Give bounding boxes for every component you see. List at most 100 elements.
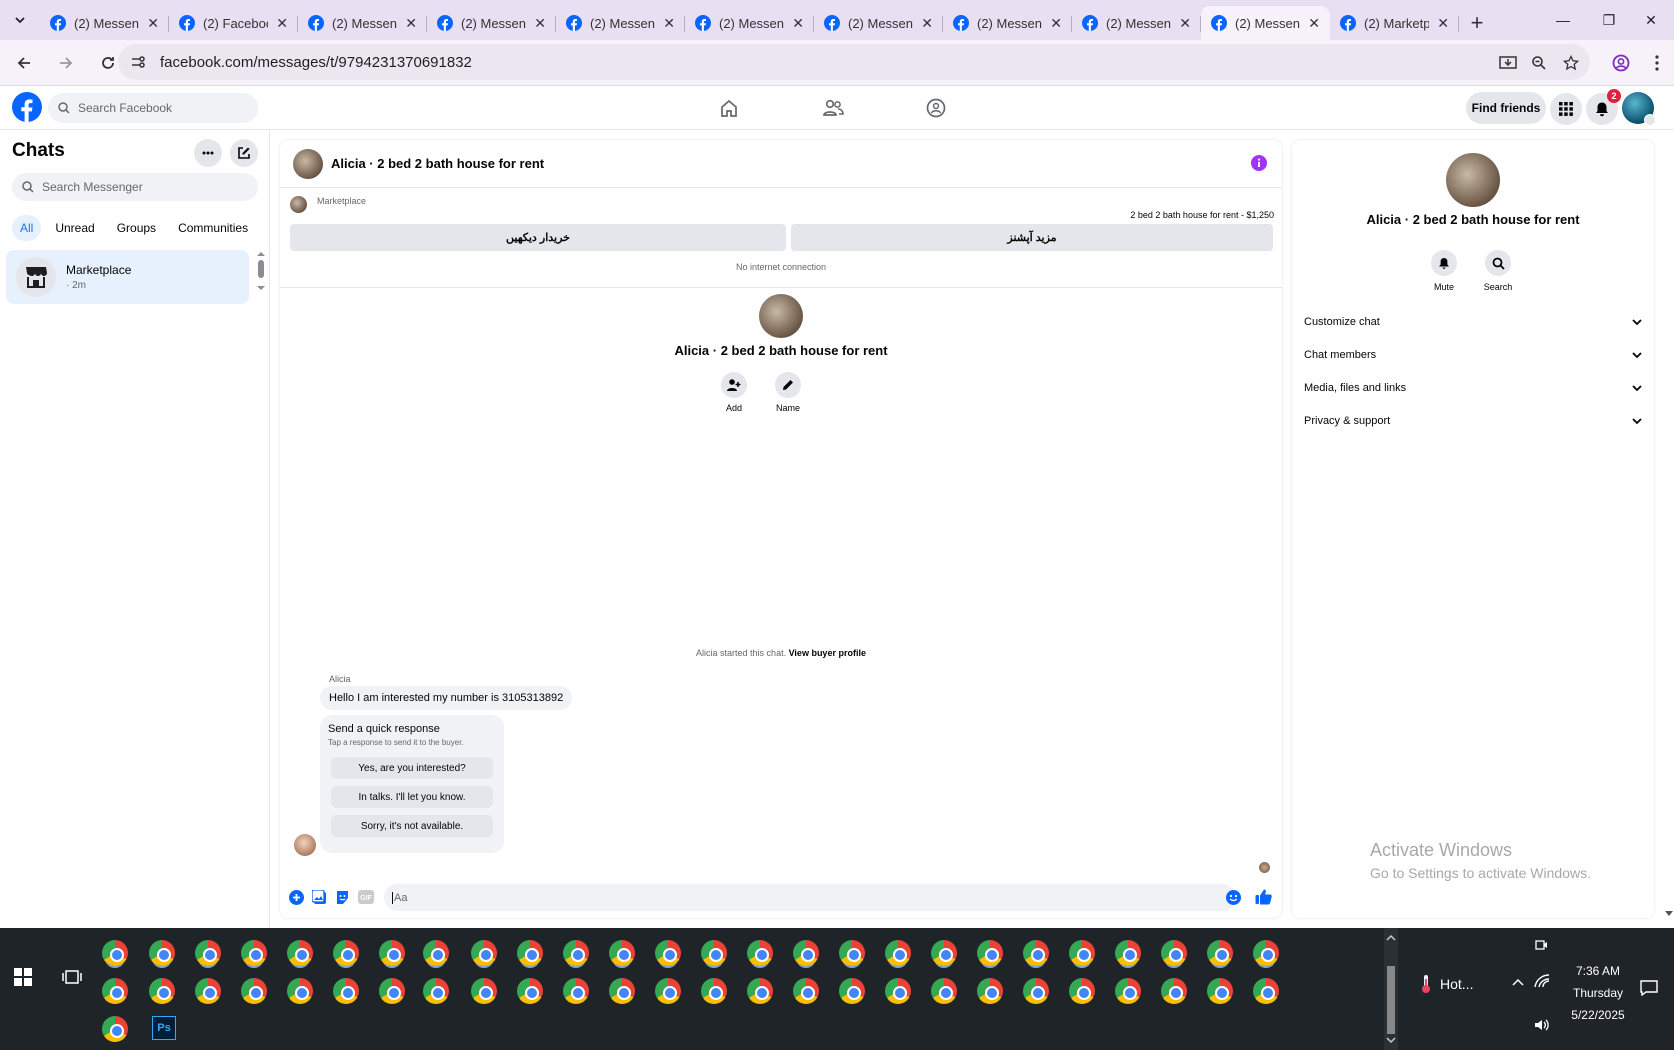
chrome-app-icon[interactable] [839, 940, 865, 966]
like-button[interactable] [1255, 888, 1272, 905]
browser-tab[interactable]: (2) Facebook ✕ [169, 6, 298, 40]
chrome-app-icon[interactable] [655, 940, 681, 966]
chrome-app-icon[interactable] [1023, 940, 1049, 966]
search-in-chat-button[interactable]: Search [1476, 250, 1520, 292]
sender-avatar[interactable] [294, 834, 316, 856]
media-files-links-row[interactable]: Media, files and links [1304, 374, 1642, 402]
nav-friends[interactable] [818, 94, 848, 122]
chrome-app-icon[interactable] [701, 940, 727, 966]
customize-chat-row[interactable]: Customize chat [1304, 308, 1642, 336]
tab-search-button[interactable] [0, 0, 40, 40]
photoshop-app-icon[interactable]: Ps [152, 1016, 176, 1040]
chrome-app-icon[interactable] [333, 978, 359, 1004]
conversation-title[interactable]: Alicia · 2 bed 2 bath house for rent [331, 156, 544, 171]
listing-price[interactable]: 2 bed 2 bath house for rent - $1,250 [1130, 210, 1274, 220]
nav-home[interactable] [714, 94, 744, 122]
profile-button[interactable] [1606, 48, 1636, 78]
filter-groups[interactable]: Groups [109, 215, 164, 241]
conversation-avatar[interactable] [293, 148, 323, 179]
chrome-app-icon[interactable] [517, 940, 543, 966]
browser-tab[interactable]: (2) Messenger ✕ [298, 6, 427, 40]
chrome-app-icon[interactable] [287, 978, 313, 1004]
quick-response-button[interactable]: In talks. I'll let you know. [331, 786, 493, 808]
close-tab-icon[interactable]: ✕ [1179, 15, 1191, 32]
close-window-button[interactable]: ✕ [1628, 0, 1674, 40]
browser-tab[interactable]: (2) Messenger ✕ [427, 6, 556, 40]
browser-tab[interactable]: (2) Marketplace ✕ [1330, 6, 1459, 40]
chrome-app-icon[interactable] [563, 940, 589, 966]
chrome-app-icon[interactable] [609, 940, 635, 966]
find-friends-button[interactable]: Find friends [1466, 92, 1546, 124]
notifications-button[interactable]: 2 [1586, 89, 1621, 125]
new-tab-button[interactable]: + [1459, 6, 1495, 40]
volume-button[interactable] [1534, 1018, 1550, 1032]
chrome-app-icon[interactable] [333, 940, 359, 966]
chrome-app-icon[interactable] [655, 978, 681, 1004]
chrome-app-icon[interactable] [701, 978, 727, 1004]
chrome-app-icon[interactable] [931, 978, 957, 1004]
chrome-app-icon[interactable] [977, 978, 1003, 1004]
chrome-app-icon[interactable] [102, 978, 128, 1004]
menu-button[interactable] [1550, 93, 1582, 125]
chrome-app-icon[interactable] [149, 978, 175, 1004]
new-message-button[interactable] [230, 139, 258, 167]
chrome-app-icon[interactable] [1207, 978, 1233, 1004]
weather-widget[interactable]: Hot... [1420, 974, 1473, 994]
filter-all[interactable]: All [12, 215, 42, 241]
chrome-app-icon[interactable] [1115, 940, 1141, 966]
network-button[interactable] [1534, 974, 1550, 988]
chrome-app-icon[interactable] [287, 940, 313, 966]
close-tab-icon[interactable]: ✕ [405, 15, 417, 32]
clock[interactable]: 7:36 AM Thursday 5/22/2025 [1566, 960, 1630, 1026]
chrome-app-icon[interactable] [885, 978, 911, 1004]
browser-tab[interactable]: (2) Messenger ✕ [556, 6, 685, 40]
mute-button[interactable]: Mute [1422, 250, 1466, 292]
chrome-app-icon[interactable] [1069, 940, 1095, 966]
nav-groups[interactable] [921, 94, 951, 122]
close-tab-icon[interactable]: ✕ [276, 15, 288, 32]
close-tab-icon[interactable]: ✕ [147, 15, 159, 32]
chrome-app-icon[interactable] [379, 940, 405, 966]
browser-tab[interactable]: (2) Messenger ✕ [1072, 6, 1201, 40]
chrome-app-icon[interactable] [517, 978, 543, 1004]
name-chat-button[interactable]: Name [766, 372, 810, 413]
chrome-app-icon[interactable] [149, 940, 175, 966]
close-tab-icon[interactable]: ✕ [1050, 15, 1062, 32]
close-tab-icon[interactable]: ✕ [534, 15, 546, 32]
chrome-app-icon[interactable] [379, 978, 405, 1004]
chrome-app-icon[interactable] [241, 940, 267, 966]
browser-tab[interactable]: (2) Messenger ✕ [814, 6, 943, 40]
chrome-app-icon[interactable] [839, 978, 865, 1004]
chrome-app-icon[interactable] [885, 940, 911, 966]
browser-tab[interactable]: (2) Messenger ✕ [1201, 6, 1330, 40]
chrome-app-icon[interactable] [1207, 940, 1233, 966]
chrome-app-icon[interactable] [1161, 940, 1187, 966]
meet-now-button[interactable] [1534, 938, 1548, 952]
chrome-app-icon[interactable] [793, 940, 819, 966]
task-view-button[interactable] [62, 968, 82, 986]
chrome-app-icon[interactable] [931, 940, 957, 966]
chrome-app-icon[interactable] [1161, 978, 1187, 1004]
facebook-logo[interactable] [12, 92, 42, 122]
privacy-support-row[interactable]: Privacy & support [1304, 407, 1642, 435]
more-actions-button[interactable] [289, 890, 304, 905]
messenger-search-input[interactable]: Search Messenger [12, 173, 258, 201]
chrome-app-icon[interactable] [102, 940, 128, 966]
browser-tab[interactable]: (2) Messenger ✕ [40, 6, 169, 40]
chat-list-item[interactable]: Marketplace · 2m [6, 250, 249, 304]
close-tab-icon[interactable]: ✕ [663, 15, 675, 32]
forward-button[interactable] [46, 43, 86, 83]
chrome-app-icon[interactable] [423, 978, 449, 1004]
view-buyer-profile-link[interactable]: View buyer profile [789, 648, 866, 658]
sticker-button[interactable] [335, 890, 350, 905]
browser-tab[interactable]: (2) Messenger ✕ [685, 6, 814, 40]
browser-menu-button[interactable] [1642, 48, 1672, 78]
details-avatar[interactable] [1446, 153, 1500, 207]
chrome-app-icon[interactable] [471, 940, 497, 966]
chrome-app-icon[interactable] [1115, 978, 1141, 1004]
filter-communities[interactable]: Communities [170, 215, 256, 241]
chrome-app-icon[interactable] [195, 978, 221, 1004]
add-people-button[interactable]: Add [712, 372, 756, 413]
chrome-app-icon[interactable] [1023, 978, 1049, 1004]
chrome-app-icon[interactable] [563, 978, 589, 1004]
